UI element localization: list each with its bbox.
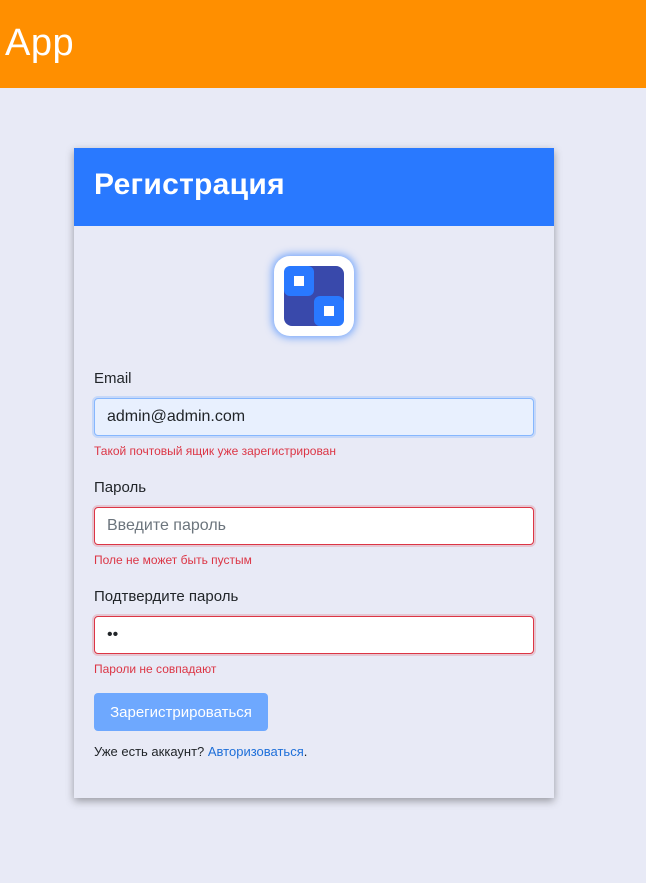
email-label: Email [94, 370, 132, 387]
logo-dot [294, 276, 304, 286]
confirm-password-field[interactable] [94, 616, 534, 654]
logo-square-top-left [284, 266, 314, 296]
card-header: Регистрация [74, 148, 554, 226]
password-field[interactable] [94, 507, 534, 545]
app-header: App [0, 0, 646, 88]
login-prompt: Уже есть аккаунт? Авторизоваться. [94, 744, 307, 759]
app-logo-icon [274, 256, 354, 336]
register-button[interactable]: Зарегистрироваться [94, 693, 268, 731]
logo-square-bottom-right [314, 296, 344, 326]
confirm-password-error: Пароли не совпадают [94, 662, 217, 676]
card-title: Регистрация [94, 168, 285, 201]
password-label: Пароль [94, 479, 147, 496]
login-link[interactable]: Авторизоваться [208, 744, 304, 759]
login-prompt-text: Уже есть аккаунт? [94, 744, 208, 759]
email-error: Такой почтовый ящик уже зарегистрирован [94, 444, 336, 458]
registration-card: Регистрация Email Такой почтовый ящик уж… [74, 148, 554, 798]
logo-tile [284, 266, 344, 326]
password-error: Поле не может быть пустым [94, 553, 252, 567]
logo-dot [324, 306, 334, 316]
app-title: App [5, 22, 75, 64]
confirm-password-label: Подтвердите пароль [94, 588, 239, 605]
email-field[interactable] [94, 398, 534, 436]
login-prompt-suffix: . [303, 744, 308, 759]
